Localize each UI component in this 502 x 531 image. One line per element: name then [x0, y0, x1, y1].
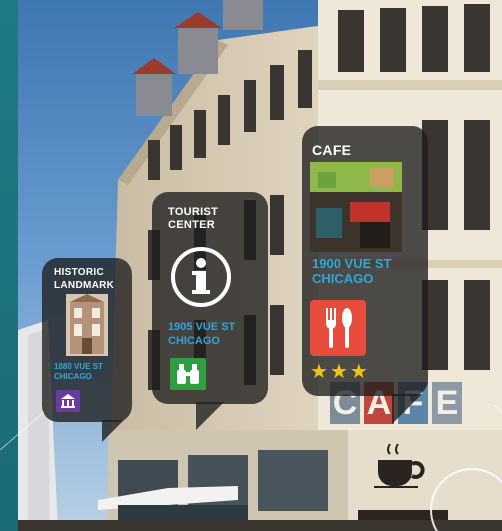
- poi-bubble-cafe[interactable]: CAFE 1900 VUE ST CHICAGO ★ ★ ★: [302, 126, 428, 424]
- poi-bubble-tourist-center[interactable]: TOURIST CENTER 1905 VUE ST CHICAGO: [152, 192, 268, 430]
- landmark-icon: [61, 394, 75, 408]
- landmark-photo: [66, 294, 108, 356]
- rating-stars: ★ ★ ★: [310, 362, 368, 382]
- landmark-badge: [56, 390, 80, 412]
- poi-title: HISTORIC LANDMARK: [54, 267, 115, 291]
- tourist-badge: [170, 358, 206, 390]
- cafe-badge: [310, 300, 366, 356]
- bubble-tail: [196, 402, 224, 430]
- star-icon: ★: [349, 361, 368, 383]
- poi-bubble-historic-landmark[interactable]: HISTORIC LANDMARK 1880 VUE ST CHICAGO: [42, 258, 132, 442]
- app-frame: C A F E HISTORIC LANDMARK 1880 VUE ST CH…: [0, 0, 502, 531]
- poi-title: CAFE: [312, 142, 352, 158]
- fork-knife-icon: [326, 308, 352, 348]
- bubble-tail: [392, 394, 422, 424]
- poi-title: TOURIST CENTER: [168, 206, 219, 231]
- coffee-cup-icon: [374, 443, 425, 488]
- poi-address: 1880 VUE ST CHICAGO: [54, 362, 103, 381]
- binoculars-icon: [177, 364, 199, 384]
- cafe-sign-letter: E: [432, 382, 462, 424]
- star-icon: ★: [329, 361, 348, 383]
- information-icon: [171, 247, 231, 307]
- poi-address: 1905 VUE ST CHICAGO: [168, 321, 236, 347]
- cafe-photo: [310, 162, 402, 252]
- bubble-tail: [102, 420, 124, 442]
- star-icon: ★: [310, 361, 328, 383]
- poi-address: 1900 VUE ST CHICAGO: [312, 256, 392, 286]
